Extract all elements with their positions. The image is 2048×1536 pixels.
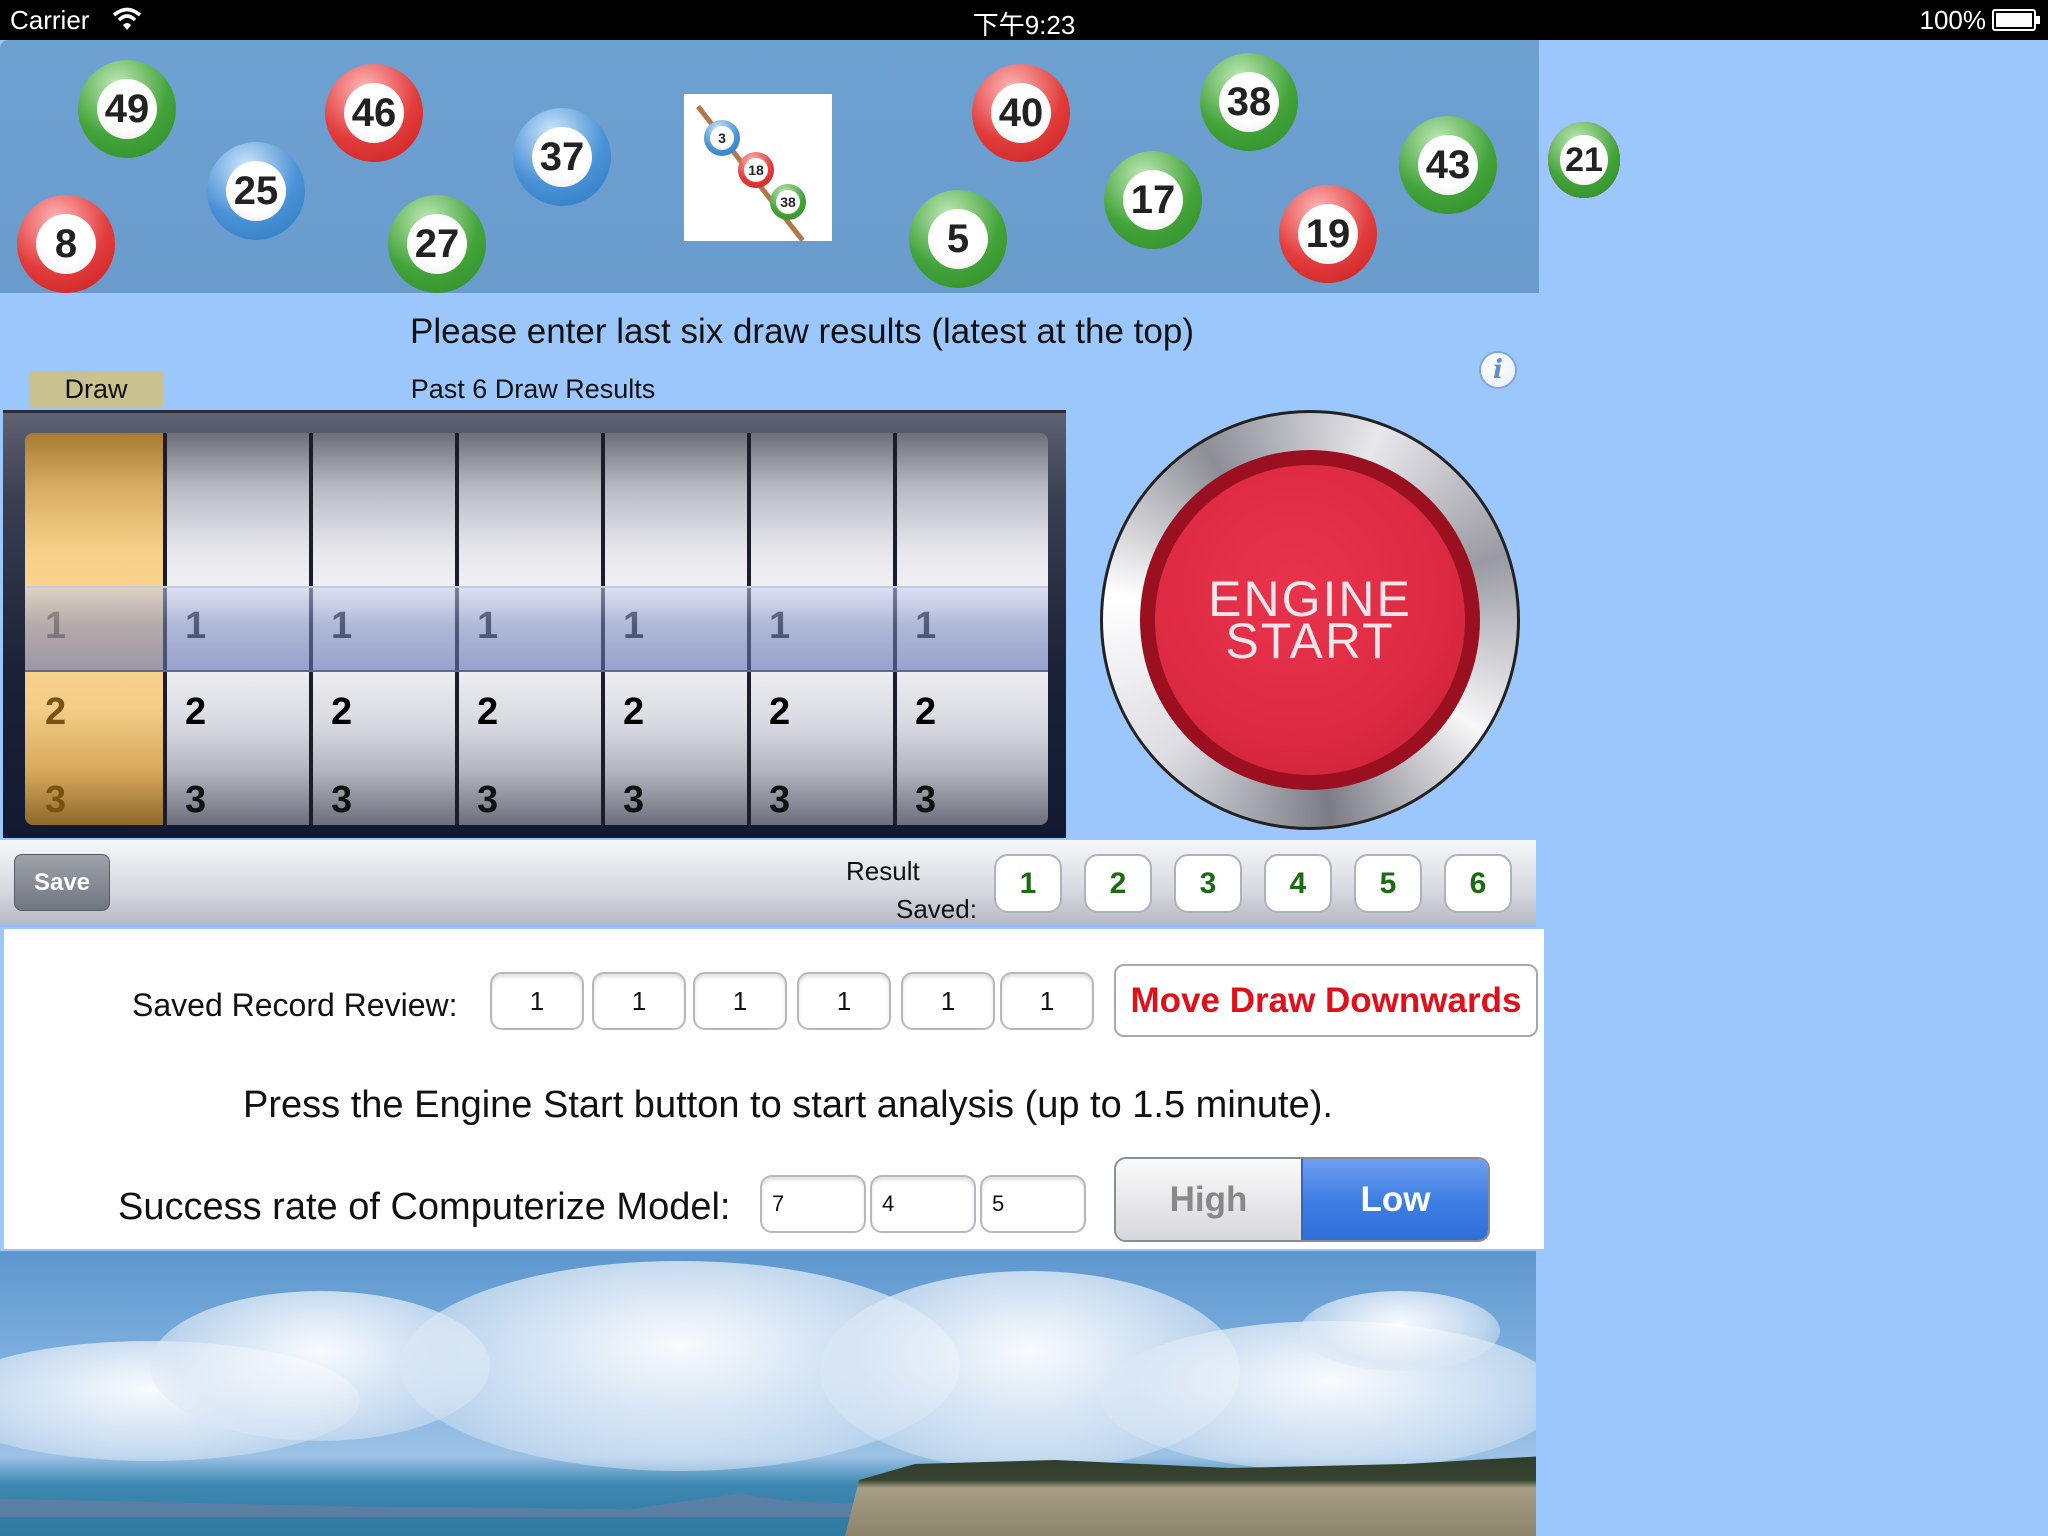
logo-ball: 18 — [738, 152, 774, 188]
move-draw-downwards-button[interactable]: Move Draw Downwards — [1114, 964, 1538, 1037]
info-icon[interactable]: i — [1479, 351, 1517, 389]
engine-start-hint: Press the Engine Start button to start a… — [243, 1084, 1333, 1126]
banner-ball: 19 — [1279, 185, 1377, 283]
review-field[interactable]: 1 — [1000, 972, 1094, 1030]
review-field[interactable]: 1 — [490, 972, 584, 1030]
banner-ball: 37 — [513, 108, 611, 206]
picker-row: 1 — [915, 605, 937, 647]
success-rate-label: Success rate of Computerize Model: — [118, 1186, 731, 1228]
picker-row: 2 — [769, 691, 791, 733]
picker-wheel-number-4[interactable]: 1 2 3 — [605, 433, 751, 825]
logo-ball: 3 — [704, 120, 740, 156]
saved-label: Saved: — [896, 894, 977, 924]
banner-ball: 5 — [909, 190, 1007, 288]
banner-ball: 8 — [17, 195, 115, 293]
picker-row: 3 — [45, 779, 67, 821]
beach-photo — [0, 1251, 1536, 1536]
status-bar: Carrier 下午9:23 100% — [0, 0, 2048, 40]
review-field[interactable]: 1 — [797, 972, 891, 1030]
picker-wheel-draw[interactable]: 1 2 3 — [25, 433, 167, 825]
saved-result-button-4[interactable]: 4 — [1264, 854, 1332, 913]
banner-ball: 49 — [78, 60, 176, 158]
picker-row: 2 — [915, 691, 937, 733]
banner: 49 46 25 37 8 27 40 38 43 17 5 19 3 18 3… — [0, 40, 1539, 293]
engine-start-button[interactable]: ENGINE START — [1100, 410, 1520, 830]
picker-wheel-number-2[interactable]: 1 2 3 — [313, 433, 459, 825]
picker-wheel-number-5[interactable]: 1 2 3 — [751, 433, 897, 825]
review-field[interactable]: 1 — [592, 972, 686, 1030]
banner-ball: 17 — [1104, 151, 1202, 249]
picker-wheel-number-3[interactable]: 1 2 3 — [459, 433, 605, 825]
picker-row: 1 — [331, 605, 353, 647]
picker-row: 3 — [185, 779, 207, 821]
review-field[interactable]: 1 — [901, 972, 995, 1030]
logo-ball: 38 — [770, 184, 806, 220]
banner-ball: 27 — [388, 195, 486, 293]
high-low-segmented-control[interactable]: High Low — [1114, 1157, 1490, 1242]
picker-row: 2 — [185, 691, 207, 733]
banner-ball: 43 — [1399, 116, 1497, 214]
save-button[interactable]: Save — [14, 854, 110, 911]
picker-row: 2 — [45, 691, 67, 733]
distant-hills — [0, 1493, 900, 1517]
picker-row: 3 — [915, 779, 937, 821]
saved-result-button-1[interactable]: 1 — [994, 854, 1062, 913]
toolbar: Save Result Saved: 1 2 3 4 5 6 — [0, 840, 1536, 927]
banner-ball: 25 — [207, 142, 305, 240]
success-rate-field[interactable]: 5 — [980, 1175, 1086, 1233]
battery-percent: 100% — [1919, 5, 1987, 35]
success-rate-field[interactable]: 4 — [870, 1175, 976, 1233]
picker-row: 1 — [769, 605, 791, 647]
draw-label: Draw — [29, 371, 163, 408]
review-field[interactable]: 1 — [693, 972, 787, 1030]
draw-results-picker[interactable]: 1 2 3 1 2 3 1 2 3 1 2 3 1 2 3 1 2 3 1 2 … — [3, 410, 1066, 838]
picker-row: 3 — [331, 779, 353, 821]
result-label: Result — [846, 856, 920, 886]
picker-row: 3 — [623, 779, 645, 821]
picker-row: 2 — [331, 691, 353, 733]
saved-result-button-6[interactable]: 6 — [1444, 854, 1512, 913]
picker-row: 2 — [477, 691, 499, 733]
saved-result-button-5[interactable]: 5 — [1354, 854, 1422, 913]
segment-high[interactable]: High — [1116, 1159, 1301, 1240]
saved-result-button-2[interactable]: 2 — [1084, 854, 1152, 913]
picker-row: 1 — [45, 605, 67, 647]
past-results-label: Past 6 Draw Results — [410, 374, 656, 404]
picker-row: 1 — [623, 605, 645, 647]
banner-ball: 46 — [325, 64, 423, 162]
grid-ball: 21 — [1548, 122, 1620, 198]
picker-row: 3 — [477, 779, 499, 821]
battery-icon — [1992, 9, 2040, 31]
picker-wheel-number-1[interactable]: 1 2 3 — [167, 433, 313, 825]
segment-low[interactable]: Low — [1301, 1159, 1488, 1240]
picker-row: 1 — [477, 605, 499, 647]
app-logo: 3 18 38 — [684, 94, 832, 242]
picker-wheel-number-6[interactable]: 1 2 3 — [897, 433, 1048, 825]
saved-result-button-3[interactable]: 3 — [1174, 854, 1242, 913]
picker-row: 3 — [769, 779, 791, 821]
picker-row: 1 — [185, 605, 207, 647]
saved-record-review-label: Saved Record Review: — [132, 987, 458, 1023]
instructions-text: Please enter last six draw results (late… — [410, 312, 1194, 351]
analysis-panel: Saved Record Review: 1 1 1 1 1 1 Move Dr… — [4, 929, 1544, 1249]
banner-ball: 38 — [1200, 53, 1298, 151]
success-rate-field[interactable]: 7 — [760, 1175, 866, 1233]
cliff — [845, 1456, 1536, 1536]
banner-ball: 40 — [972, 64, 1070, 162]
start-label: START — [1225, 613, 1395, 669]
clock: 下午9:23 — [972, 10, 1076, 40]
picker-row: 2 — [623, 691, 645, 733]
